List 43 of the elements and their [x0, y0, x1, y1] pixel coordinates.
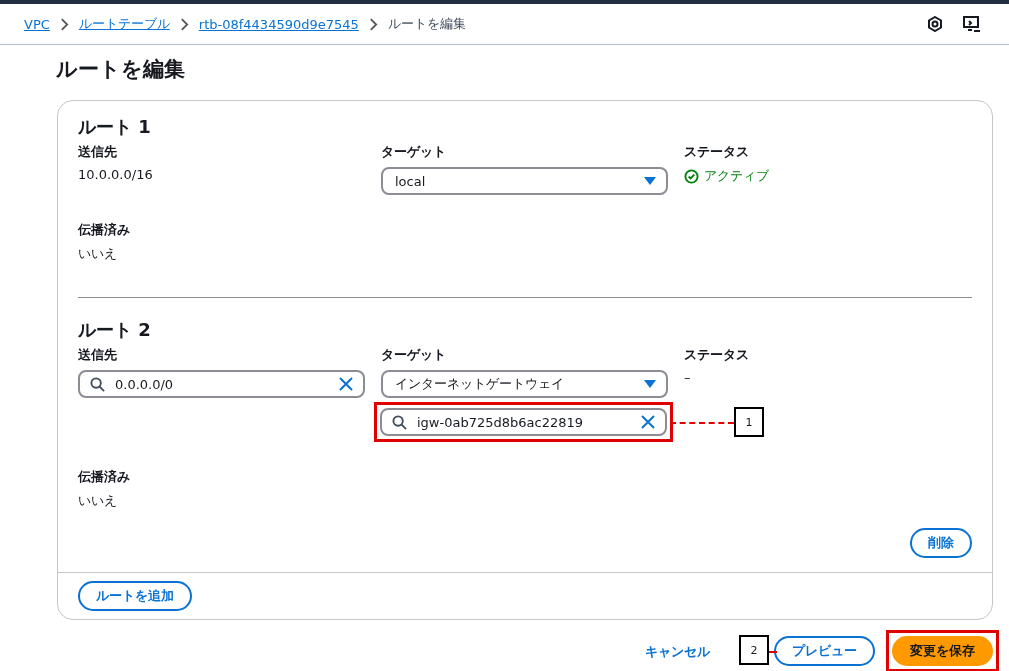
propagated-value: いいえ	[78, 492, 118, 510]
screen-icon[interactable]	[963, 15, 981, 33]
chevron-icon	[59, 17, 69, 31]
search-icon	[392, 414, 407, 430]
target-select[interactable]: local	[381, 167, 668, 195]
field-label: 伝播済み	[78, 468, 131, 486]
breadcrumb-link[interactable]: VPC	[24, 16, 50, 32]
route-heading: ルート 1	[78, 115, 152, 139]
target-search-field[interactable]: igw-0ab725d8b6ac22819	[380, 408, 667, 436]
field-label: ステータス	[684, 346, 750, 364]
preview-button[interactable]: プレビュー	[774, 636, 875, 666]
breadcrumb-current: ルートを編集	[387, 15, 466, 33]
caret-icon	[644, 177, 656, 185]
breadcrumb-link[interactable]: rtb-08f4434590d9e7545	[198, 16, 359, 32]
page-title: ルートを編集	[56, 56, 186, 83]
route-heading: ルート 2	[78, 318, 152, 342]
field-label: 送信先	[78, 143, 118, 161]
destination-value: 10.0.0.0/16	[78, 167, 154, 182]
save-button[interactable]: 変更を保存	[892, 636, 993, 666]
status-text: –	[684, 370, 692, 385]
clear-icon[interactable]	[641, 415, 655, 429]
search-icon	[90, 376, 105, 392]
destination-search-field[interactable]: 0.0.0.0/0	[78, 370, 365, 398]
field-label: ターゲット	[381, 346, 447, 364]
field-label: ステータス	[684, 143, 750, 161]
caret-icon	[644, 380, 656, 388]
target-select[interactable]: インターネットゲートウェイ	[381, 370, 668, 398]
add-route-button[interactable]: ルートを追加	[78, 581, 192, 611]
chevron-icon	[179, 17, 189, 31]
cancel-link[interactable]: キャンセル	[645, 644, 710, 659]
field-label: ターゲット	[381, 143, 447, 161]
field-label: 伝播済み	[78, 221, 131, 239]
hexagon-icon[interactable]	[927, 16, 943, 32]
clear-icon[interactable]	[339, 377, 353, 391]
callout-number: 1	[734, 407, 764, 437]
field-label: 送信先	[78, 346, 118, 364]
delete-button[interactable]: 削除	[910, 528, 972, 558]
breadcrumb-link[interactable]: ルートテーブル	[78, 15, 170, 33]
callout-number: 2	[739, 635, 769, 665]
propagated-value: いいえ	[78, 245, 118, 263]
check-circle-icon	[684, 168, 699, 184]
status-text: アクティブ	[704, 167, 769, 185]
chevron-icon	[368, 17, 378, 31]
